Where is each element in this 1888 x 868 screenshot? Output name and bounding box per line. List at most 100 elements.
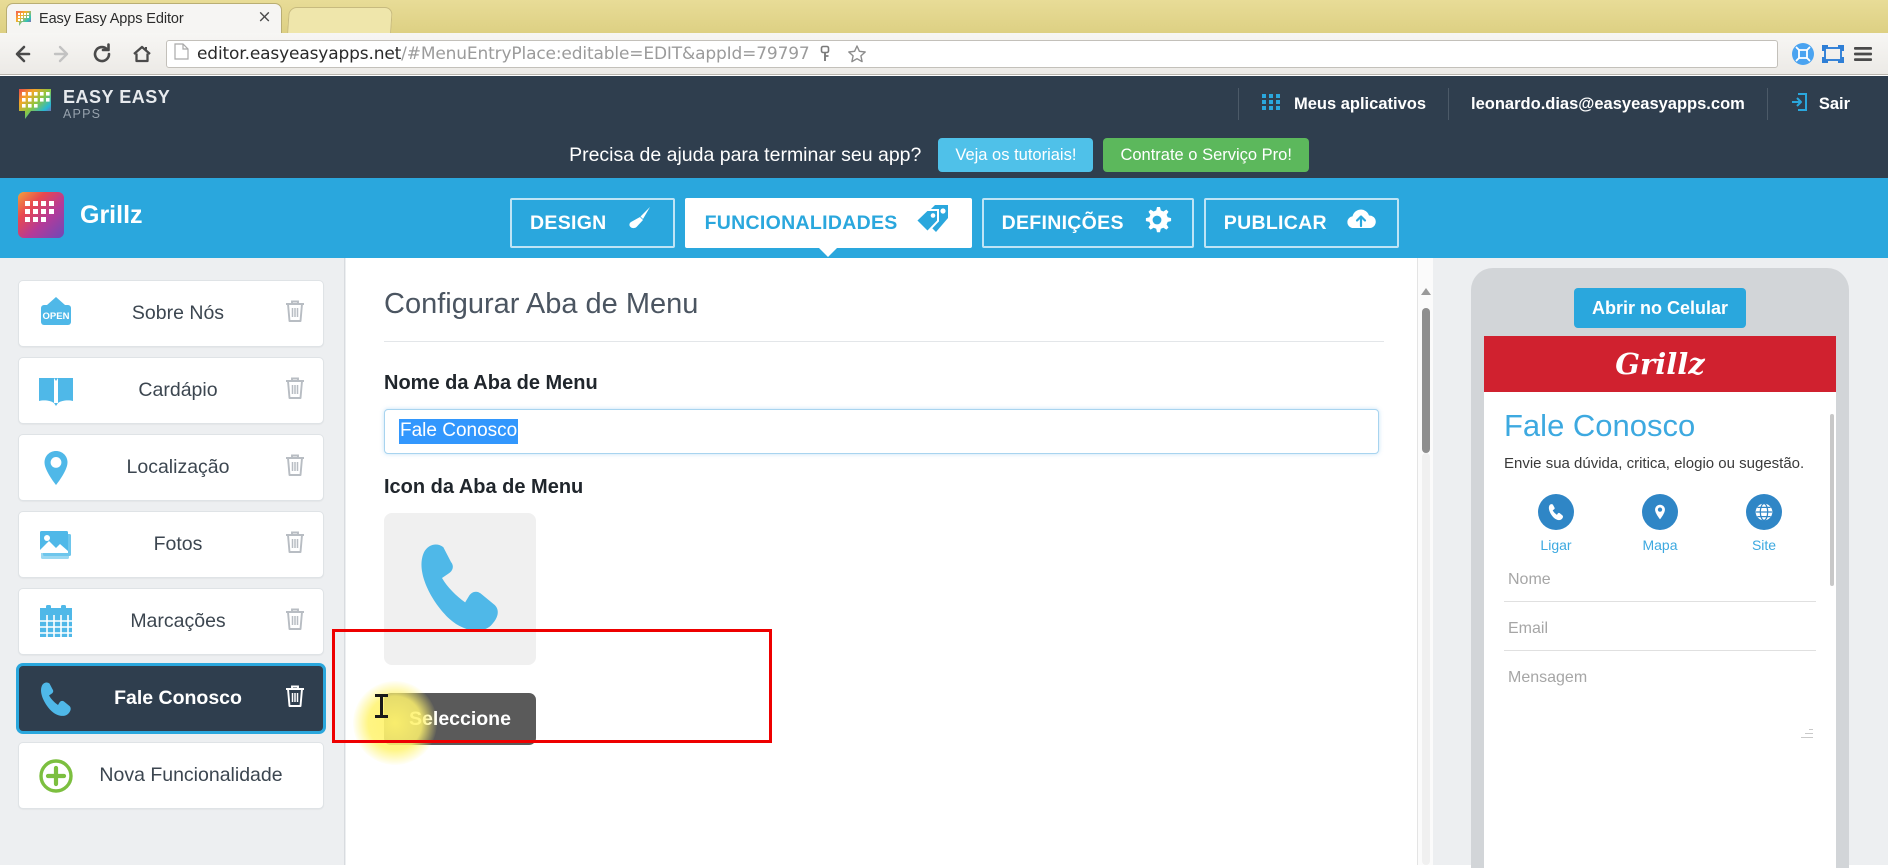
- scrollbar-track[interactable]: [1422, 453, 1430, 865]
- preview-screen-title: Fale Conosco: [1504, 408, 1696, 443]
- hamburger-menu-icon[interactable]: [1848, 39, 1878, 69]
- extension-blue-icon[interactable]: [1788, 39, 1818, 69]
- preview-action-mapa[interactable]: Mapa: [1620, 494, 1700, 553]
- preview-action-label: Ligar: [1540, 537, 1572, 553]
- page-title: Configurar Aba de Menu: [384, 288, 1384, 342]
- easyeasyapps-favicon-icon: [15, 10, 32, 27]
- tab-publicar-label: PUBLICAR: [1223, 211, 1327, 234]
- reload-icon[interactable]: [84, 36, 120, 72]
- address-bar[interactable]: editor.easyeasyapps.net/#MenuEntryPlace:…: [166, 39, 1778, 69]
- trash-icon[interactable]: [283, 375, 309, 406]
- url-path: /#MenuEntryPlace:editable=EDIT&appId=797…: [401, 43, 810, 64]
- preview-brand-bar: Grillz: [1484, 336, 1836, 392]
- resize-grip-icon[interactable]: [1801, 726, 1813, 738]
- workspace: OPEN Sobre Nós Cardápio Localização Foto…: [0, 258, 1888, 868]
- sidebar-item-fale-conosco[interactable]: Fale Conosco: [18, 665, 324, 732]
- globe-icon: [1746, 494, 1782, 530]
- logout-button[interactable]: Sair: [1766, 88, 1872, 120]
- home-icon[interactable]: [124, 36, 160, 72]
- tutorials-button[interactable]: Veja os tutoriais!: [938, 138, 1094, 172]
- my-apps-link[interactable]: Meus aplicativos: [1237, 88, 1448, 120]
- tab-design-label: DESIGN: [530, 211, 607, 234]
- tab-funcionalidades[interactable]: FUNCIONALIDADES: [684, 198, 972, 257]
- tab-design[interactable]: DESIGN: [510, 198, 675, 248]
- map-pin-icon: [33, 445, 79, 491]
- click-highlight: [353, 681, 437, 765]
- sidebar-item-sobre-nos[interactable]: OPEN Sobre Nós: [18, 280, 324, 347]
- key-icon[interactable]: [810, 39, 840, 69]
- scrollbar-thumb[interactable]: [1422, 308, 1430, 453]
- sidebar-item-cardapio[interactable]: Cardápio: [18, 357, 324, 424]
- menu-icon-label: Icon da Aba de Menu: [384, 476, 584, 498]
- brand-subtitle: APPS: [63, 106, 102, 121]
- preview-field-email[interactable]: Email: [1504, 602, 1816, 651]
- vertical-scrollbar[interactable]: [1417, 258, 1433, 865]
- logout-icon: [1790, 92, 1808, 117]
- preview-action-site[interactable]: Site: [1724, 494, 1804, 553]
- brand-logo-block[interactable]: EASY EASY APPS: [18, 87, 170, 121]
- phone-handset-icon: [33, 676, 79, 722]
- sidebar-item-fotos[interactable]: Fotos: [18, 511, 324, 578]
- pro-service-button[interactable]: Contrate o Serviço Pro!: [1103, 138, 1309, 172]
- back-arrow-icon[interactable]: [4, 36, 40, 72]
- photos-stack-icon: [33, 522, 79, 568]
- logout-label: Sair: [1818, 94, 1850, 113]
- preview-action-ligar[interactable]: Ligar: [1516, 494, 1596, 553]
- my-apps-label: Meus aplicativos: [1293, 94, 1427, 113]
- sidebar-item-label: Cardápio: [138, 379, 218, 401]
- text-cursor-icon: [375, 694, 388, 718]
- sidebar-item-label: Fale Conosco: [114, 687, 242, 709]
- forward-arrow-icon: [44, 36, 80, 72]
- promo-text: Precisa de ajuda para terminar seu app?: [569, 143, 922, 166]
- address-bar-url: editor.easyeasyapps.net/#MenuEntryPlace:…: [197, 44, 810, 64]
- trash-icon[interactable]: [283, 606, 309, 637]
- app-nav-bar: Grillz DESIGN FUNCIONALIDADES DEFINIÇÕES…: [0, 178, 1888, 258]
- sidebar-item-marcacoes[interactable]: Marcações: [18, 588, 324, 655]
- tags-icon: [914, 203, 952, 243]
- user-email[interactable]: leonardo.dias@easyeasyapps.com: [1448, 88, 1767, 120]
- preview-scroll-indicator: [1830, 414, 1834, 586]
- plus-circle-icon: [33, 753, 79, 799]
- open-sign-icon: OPEN: [33, 291, 79, 337]
- trash-icon[interactable]: [283, 529, 309, 560]
- app-header: EASY EASY APPS Meus aplicativos leonardo…: [0, 76, 1888, 132]
- trash-icon[interactable]: [283, 452, 309, 483]
- sidebar-item-label: Fotos: [153, 533, 203, 555]
- trash-icon[interactable]: [283, 683, 309, 714]
- open-on-mobile-button[interactable]: Abrir no Celular: [1574, 288, 1746, 328]
- app-thumbnail-icon: [18, 192, 64, 238]
- trash-icon[interactable]: [283, 298, 309, 329]
- browser-tab-strip: Easy Easy Apps Editor ×: [0, 0, 1888, 33]
- preview-brand-logo: Grillz: [1615, 347, 1705, 381]
- phone-screen: Grillz Fale Conosco Envie sua dúvida, cr…: [1484, 336, 1836, 868]
- preview-field-nome[interactable]: Nome: [1504, 553, 1816, 602]
- app-name: Grillz: [80, 200, 143, 229]
- menu-icon-preview[interactable]: [384, 513, 536, 665]
- preview-action-label: Site: [1751, 537, 1777, 553]
- scroll-up-arrow-icon[interactable]: [1421, 288, 1431, 295]
- url-domain: editor.easyeasyapps.net: [197, 43, 402, 64]
- grid-apps-icon: [1261, 92, 1281, 117]
- page-document-icon: [174, 42, 191, 65]
- tab-definicoes-label: DEFINIÇÕES: [1001, 211, 1124, 234]
- screen-capture-icon[interactable]: [1818, 39, 1848, 69]
- star-bookmark-icon[interactable]: [842, 39, 872, 69]
- open-book-icon: [33, 368, 79, 414]
- tab-publicar[interactable]: PUBLICAR: [1203, 198, 1399, 248]
- promo-bar: Precisa de ajuda para terminar seu app? …: [0, 132, 1888, 178]
- new-tab-slot[interactable]: [287, 7, 393, 33]
- calendar-icon: [33, 599, 79, 645]
- browser-tab[interactable]: Easy Easy Apps Editor ×: [6, 3, 282, 33]
- map-pin-icon: [1642, 494, 1678, 530]
- preview-field-mensagem[interactable]: Mensagem: [1504, 651, 1816, 743]
- close-icon[interactable]: ×: [256, 9, 273, 27]
- easyeasyapps-logo-icon: [18, 87, 52, 121]
- tab-definicoes[interactable]: DEFINIÇÕES: [981, 198, 1194, 248]
- preview-action-row: Ligar Mapa Site: [1504, 494, 1816, 553]
- browser-tab-title: Easy Easy Apps Editor: [39, 10, 184, 27]
- phone-icon: [1538, 494, 1574, 530]
- menu-name-input[interactable]: Fale Conosco: [384, 409, 1379, 454]
- brand-name: EASY EASY: [63, 86, 171, 107]
- sidebar-item-localizacao[interactable]: Localização: [18, 434, 324, 501]
- add-feature-button[interactable]: Nova Funcionalidade: [18, 742, 324, 809]
